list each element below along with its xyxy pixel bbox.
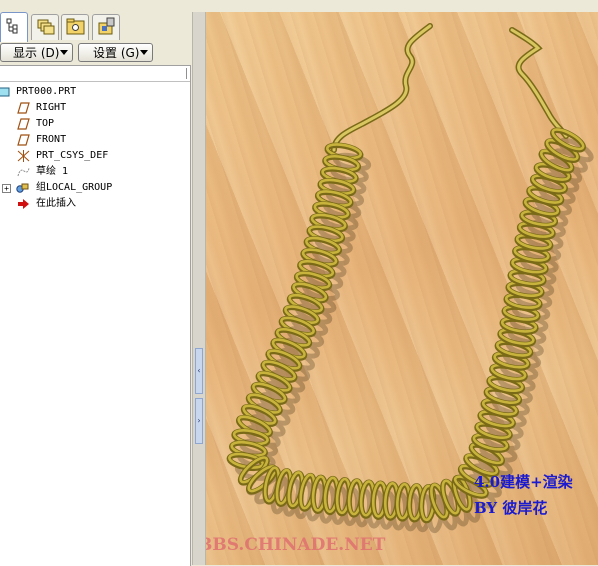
display-dropdown-label: 显示 (D): [13, 46, 60, 60]
tree-item-right[interactable]: RIGHT: [0, 100, 190, 116]
site-watermark: BBS.CHINADE.NET: [206, 535, 386, 555]
navigator-toolbar: 显示 (D) 设置 (G): [0, 41, 192, 65]
tree-item-insert-here[interactable]: 在此插入: [0, 196, 190, 212]
column-divider[interactable]: [186, 68, 187, 79]
tab-model-tree[interactable]: [0, 12, 28, 42]
tree-item-label: 在此插入: [36, 198, 76, 209]
settings-dropdown-button[interactable]: 设置 (G): [78, 43, 153, 62]
datum-plane-icon: [17, 102, 30, 114]
layers-icon: [37, 19, 55, 35]
tree-item-front[interactable]: FRONT: [0, 132, 190, 148]
author-caption: BY 彼岸花: [474, 499, 548, 517]
chevron-down-icon: [60, 50, 68, 55]
tree-item-sketch[interactable]: 草绘 1: [0, 164, 190, 180]
tree-item-label: TOP: [36, 118, 55, 129]
render-caption: 4.0建模+渲染: [474, 473, 573, 491]
folder-browser-icon: [66, 18, 85, 35]
tree-item-csys[interactable]: PRT_CSYS_DEF: [0, 148, 190, 164]
panel-splitter[interactable]: ‹ ›: [192, 12, 206, 565]
tab-layers[interactable]: [31, 14, 59, 40]
tree-item-label: PRT000.PRT: [16, 86, 77, 97]
datum-plane-icon: [17, 134, 30, 146]
chevron-down-icon: [140, 50, 148, 55]
favorites-icon: [98, 17, 115, 35]
expand-plus-icon[interactable]: +: [2, 184, 11, 193]
collapse-left-handle[interactable]: ‹: [195, 348, 203, 394]
tree-item-top[interactable]: TOP: [0, 116, 190, 132]
coordinate-system-icon: [17, 150, 30, 162]
expand-right-handle[interactable]: ›: [195, 398, 203, 444]
model-tree-icon: [6, 18, 18, 34]
model-tree-header: [0, 66, 190, 82]
tab-favorites[interactable]: [92, 14, 120, 40]
group-icon: [16, 183, 29, 193]
display-dropdown-button[interactable]: 显示 (D): [0, 43, 73, 62]
sketch-icon: [17, 167, 30, 177]
graphics-viewport[interactable]: 4.0建模+渲染 BY 彼岸花 BBS.CHINADE.NET: [206, 12, 598, 565]
tree-item-label: RIGHT: [36, 102, 67, 113]
tree-item-label: 组LOCAL_GROUP: [36, 182, 113, 193]
lead-wire-right: [509, 27, 569, 139]
tree-item-part[interactable]: PRT000.PRT: [0, 84, 190, 100]
datum-plane-icon: [17, 118, 30, 130]
navigator-panel: 显示 (D) 设置 (G) PRT000.PRT RIGHT TOP FRONT…: [0, 0, 192, 566]
tree-item-label: FRONT: [36, 134, 67, 145]
settings-dropdown-label: 设置 (G): [93, 46, 140, 60]
part-icon: [0, 87, 10, 97]
tree-item-label: 草绘 1: [36, 166, 69, 177]
insert-here-arrow-icon: [18, 199, 29, 209]
navigator-tab-strip: [0, 12, 192, 42]
tree-item-local-group[interactable]: + 组LOCAL_GROUP: [0, 180, 190, 196]
model-tree[interactable]: PRT000.PRT RIGHT TOP FRONT PRT_CSYS_DEF …: [0, 65, 191, 566]
tree-item-label: PRT_CSYS_DEF: [36, 150, 109, 161]
tab-folder-browser[interactable]: [61, 14, 89, 40]
